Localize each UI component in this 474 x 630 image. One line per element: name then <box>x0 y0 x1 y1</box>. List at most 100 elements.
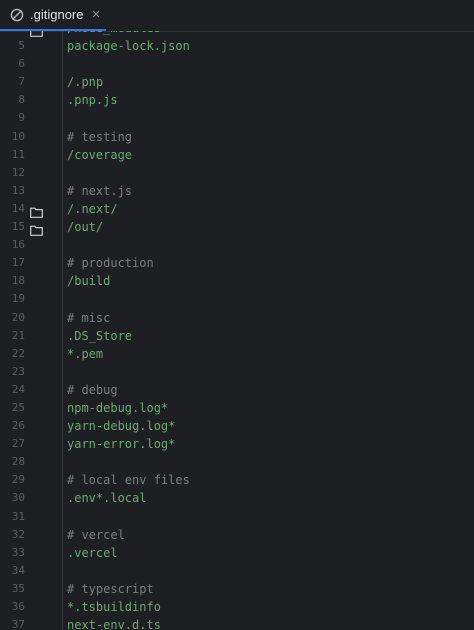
code-line[interactable]: 33 .vercel <box>0 544 474 562</box>
pattern-text: .pnp.js <box>67 93 118 108</box>
line-number: 14 <box>11 201 25 215</box>
code-line[interactable]: 19 <box>0 290 474 308</box>
code-line[interactable]: 30 .env*.local <box>0 489 474 507</box>
folder-icon[interactable] <box>30 203 43 218</box>
line-number: 22 <box>11 346 25 360</box>
code-line[interactable]: 12 <box>0 164 474 182</box>
code-line[interactable]: 28 <box>0 453 474 471</box>
editor-tab-bar: .gitignore ✕ <box>0 0 474 32</box>
pattern-text: /coverage <box>67 147 133 162</box>
code-line[interactable]: 21 .DS_Store <box>0 327 474 345</box>
line-number: 9 <box>18 111 25 125</box>
line-number: 16 <box>11 238 25 252</box>
code-line[interactable]: 6 <box>0 55 474 73</box>
line-number: 5 <box>18 39 25 53</box>
line-number: 18 <box>11 274 25 288</box>
pattern-text: next-env.d.ts <box>67 618 161 630</box>
code-line[interactable]: 32 # vercel <box>0 526 474 544</box>
code-line[interactable]: 31 <box>0 508 474 526</box>
tab-label: .gitignore <box>30 7 84 22</box>
comment-text: # next.js <box>67 183 133 198</box>
code-line[interactable]: 8 .pnp.js <box>0 91 474 109</box>
code-line[interactable]: 36 *.tsbuildinfo <box>0 598 474 616</box>
code-line[interactable]: 26 yarn-debug.log* <box>0 417 474 435</box>
pattern-text: *.pem <box>67 346 104 361</box>
code-line[interactable]: 25 npm-debug.log* <box>0 399 474 417</box>
code-line[interactable]: 23 <box>0 363 474 381</box>
code-line[interactable]: 17 # production <box>0 254 474 272</box>
line-number: 17 <box>11 256 25 270</box>
comment-text: # local env files <box>67 473 190 488</box>
code-line[interactable]: 37 next-env.d.ts <box>0 616 474 630</box>
line-number: 33 <box>11 545 25 559</box>
comment-text: # debug <box>67 382 118 397</box>
folder-icon[interactable] <box>30 221 43 236</box>
code-line[interactable]: 14 /.next/ <box>0 200 474 218</box>
line-number: 6 <box>18 57 25 71</box>
line-number: 11 <box>11 147 25 161</box>
gitignore-file-icon <box>10 8 24 22</box>
pattern-text: package-lock.json <box>67 39 190 54</box>
close-icon[interactable]: ✕ <box>91 8 100 21</box>
line-number: 12 <box>11 165 25 179</box>
line-number: 13 <box>11 183 25 197</box>
pattern-text: npm-debug.log* <box>67 400 169 415</box>
line-number: 32 <box>11 527 25 541</box>
code-line[interactable]: 7 /.pnp <box>0 73 474 91</box>
line-number: 26 <box>11 419 25 433</box>
code-line[interactable]: 13 # next.js <box>0 182 474 200</box>
code-line[interactable]: 35 # typescript <box>0 580 474 598</box>
code-line[interactable]: 15/out/ <box>0 218 474 236</box>
comment-text: # typescript <box>67 581 154 596</box>
pattern-text: .env*.local <box>67 491 147 506</box>
code-line[interactable]: 27 yarn-error.log* <box>0 435 474 453</box>
pattern-text: .vercel <box>67 545 118 560</box>
line-number: 28 <box>11 455 25 469</box>
line-number: 7 <box>18 75 25 89</box>
tab-gitignore[interactable]: .gitignore ✕ <box>0 0 106 31</box>
line-number: 19 <box>11 292 25 306</box>
line-number: 34 <box>11 563 25 577</box>
line-number: 25 <box>11 400 25 414</box>
line-number: 37 <box>11 618 25 630</box>
line-number: 35 <box>11 581 25 595</box>
code-editor[interactable]: 4/node_modules5package-lock.json67/.pnp8… <box>0 31 474 630</box>
pattern-text: /build <box>67 274 111 289</box>
line-number: 20 <box>11 310 25 324</box>
line-number: 36 <box>11 600 25 613</box>
pattern-text: yarn-debug.log* <box>67 419 176 434</box>
line-number: 23 <box>11 364 25 378</box>
pattern-text: /out/ <box>67 220 104 235</box>
code-line[interactable]: 10 # testing <box>0 128 474 146</box>
pattern-text: *.tsbuildinfo <box>67 600 161 614</box>
code-lines: 4/node_modules5package-lock.json67/.pnp8… <box>0 31 474 630</box>
pattern-text: yarn-error.log* <box>67 437 176 452</box>
line-number: 27 <box>11 437 25 451</box>
comment-text: # production <box>67 256 154 271</box>
line-number: 24 <box>11 382 25 396</box>
line-number: 21 <box>11 328 25 342</box>
code-line[interactable]: 5 package-lock.json <box>0 37 474 55</box>
line-number: 30 <box>11 491 25 505</box>
pattern-text: .DS_Store <box>67 328 133 343</box>
code-line[interactable]: 34 <box>0 562 474 580</box>
line-number: 8 <box>18 93 25 107</box>
code-line[interactable]: 18/build <box>0 272 474 290</box>
code-line[interactable]: 11/coverage <box>0 146 474 164</box>
comment-text: # vercel <box>67 527 125 542</box>
pattern-text: /.next/ <box>67 201 118 216</box>
line-number: 29 <box>11 473 25 487</box>
line-number: 15 <box>11 220 25 234</box>
comment-text: # testing <box>67 129 133 144</box>
code-line[interactable]: 29 # local env files <box>0 471 474 489</box>
code-line[interactable]: 24 # debug <box>0 381 474 399</box>
code-line[interactable]: 9 <box>0 109 474 127</box>
code-line[interactable]: 22 *.pem <box>0 345 474 363</box>
folder-icon[interactable] <box>30 31 43 37</box>
code-line[interactable]: 20 # misc <box>0 309 474 327</box>
code-line[interactable]: 16 <box>0 236 474 254</box>
comment-text: # misc <box>67 310 111 325</box>
pattern-text: /.pnp <box>67 75 104 90</box>
line-number: 31 <box>11 509 25 523</box>
line-number: 10 <box>11 129 25 143</box>
